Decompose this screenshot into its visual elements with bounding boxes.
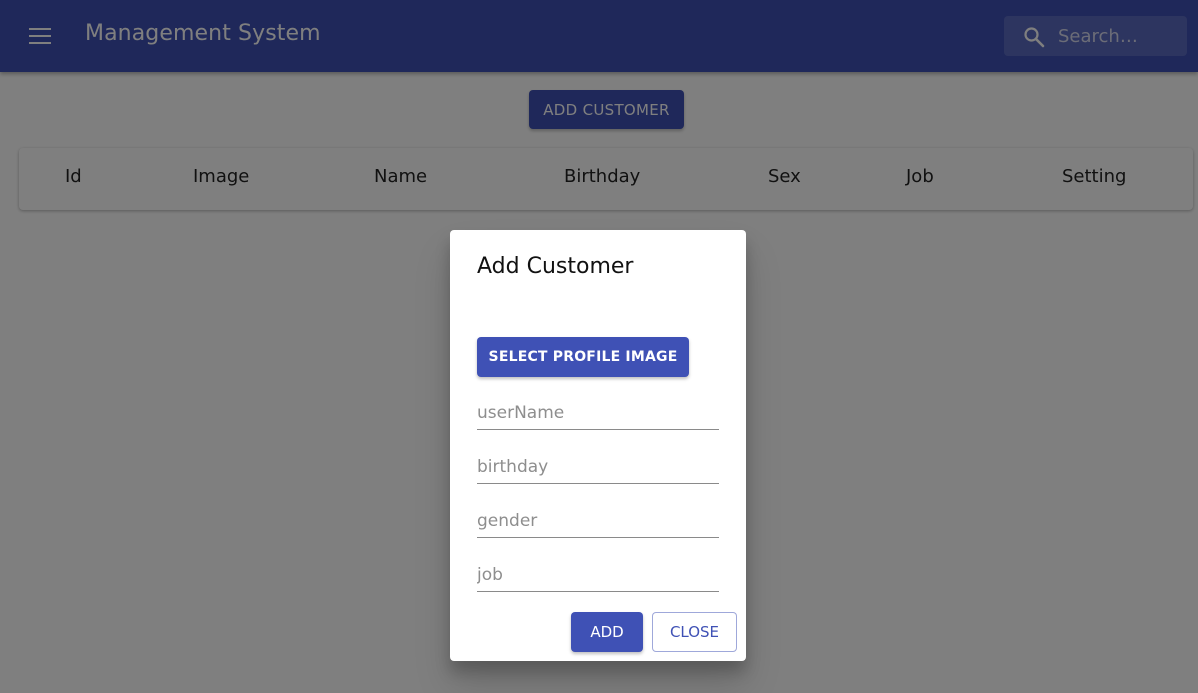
birthday-field xyxy=(477,452,719,484)
dialog-title: Add Customer xyxy=(477,254,634,279)
select-profile-image-button[interactable]: SELECT PROFILE IMAGE xyxy=(477,337,689,377)
close-button[interactable]: CLOSE xyxy=(652,612,737,652)
add-customer-dialog: Add Customer SELECT PROFILE IMAGE ADD CL… xyxy=(450,230,746,661)
gender-input[interactable] xyxy=(477,508,719,534)
add-button[interactable]: ADD xyxy=(571,612,643,652)
birthday-input[interactable] xyxy=(477,454,719,480)
job-input[interactable] xyxy=(477,562,719,588)
job-field xyxy=(477,560,719,592)
username-field xyxy=(477,398,719,430)
username-input[interactable] xyxy=(477,400,719,426)
gender-field xyxy=(477,506,719,538)
